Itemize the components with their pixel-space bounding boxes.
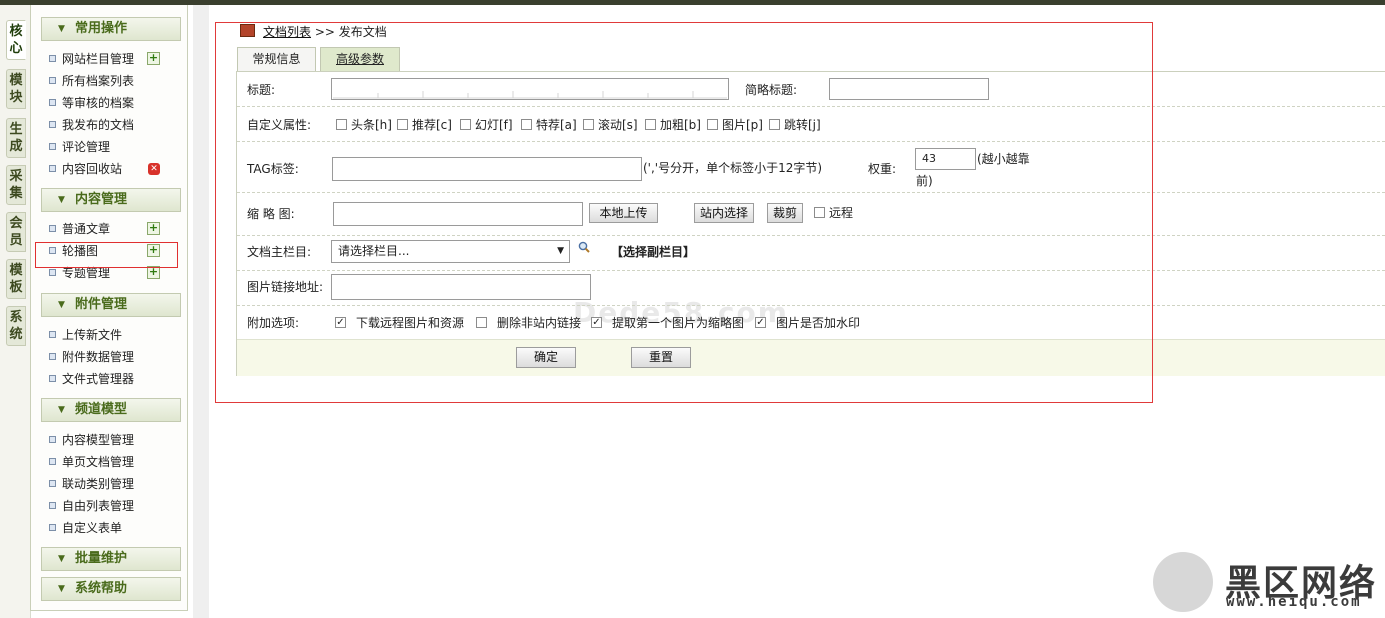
menu-item-custom-form[interactable]: 自定义表单 xyxy=(49,518,122,538)
group-common-ops[interactable]: ▼ 常用操作 xyxy=(41,17,181,41)
vtab-generate[interactable]: 生成 xyxy=(6,118,26,158)
chevron-down-icon: ▼ xyxy=(58,405,65,415)
menu-item-article[interactable]: 普通文章 xyxy=(49,219,110,239)
menu-item-my-documents[interactable]: 我发布的文档 xyxy=(49,115,134,135)
group-title: 频道模型 xyxy=(75,402,128,417)
bullet-icon xyxy=(49,143,56,150)
menu-item-all-archives[interactable]: 所有档案列表 xyxy=(49,71,134,91)
group-title: 系统帮助 xyxy=(75,581,128,596)
menu-item-pending-review[interactable]: 等审核的档案 xyxy=(49,93,134,113)
group-title: 批量维护 xyxy=(75,551,128,566)
vtab-member[interactable]: 会员 xyxy=(6,212,26,252)
menu-item-content-model[interactable]: 内容模型管理 xyxy=(49,430,134,450)
group-title: 内容管理 xyxy=(75,192,128,207)
group-attachment-manage[interactable]: ▼ 附件管理 xyxy=(41,293,181,317)
add-article-icon[interactable]: + xyxy=(147,222,160,235)
vtab-template[interactable]: 模板 xyxy=(6,259,26,299)
menu-item-attachment-data[interactable]: 附件数据管理 xyxy=(49,347,134,367)
bullet-icon xyxy=(49,480,56,487)
bullet-icon xyxy=(49,353,56,360)
menu-item-free-list[interactable]: 自由列表管理 xyxy=(49,496,134,516)
menu-item-file-manager[interactable]: 文件式管理器 xyxy=(49,369,134,389)
menu-item-upload-file[interactable]: 上传新文件 xyxy=(49,325,122,345)
vtab-collect[interactable]: 采集 xyxy=(6,165,26,205)
bullet-icon xyxy=(49,458,56,465)
bullet-icon xyxy=(49,77,56,84)
add-column-icon[interactable]: + xyxy=(147,52,160,65)
highlight-outline xyxy=(215,22,1153,403)
vtab-system[interactable]: 系统 xyxy=(6,306,26,346)
bullet-icon xyxy=(49,502,56,509)
bullet-icon xyxy=(49,225,56,232)
group-title: 常用操作 xyxy=(75,21,128,36)
group-content-manage[interactable]: ▼ 内容管理 xyxy=(41,188,181,212)
sidebar-menu: ▼ 常用操作 网站栏目管理 + 所有档案列表 等审核的档案 我发布的文档 评论管理… xyxy=(30,5,188,611)
group-channel-model[interactable]: ▼ 频道模型 xyxy=(41,398,181,422)
menu-item-comments[interactable]: 评论管理 xyxy=(49,137,110,157)
bullet-icon xyxy=(49,331,56,338)
chevron-down-icon: ▼ xyxy=(58,24,65,34)
bullet-icon xyxy=(49,121,56,128)
brand-logo xyxy=(1153,552,1213,612)
bullet-icon xyxy=(49,99,56,106)
highlight-box xyxy=(35,242,178,268)
chevron-down-icon: ▼ xyxy=(58,554,65,564)
group-system-help[interactable]: ▼ 系统帮助 xyxy=(41,577,181,601)
bullet-icon xyxy=(49,269,56,276)
menu-item-column-manage[interactable]: 网站栏目管理 xyxy=(49,49,134,69)
menu-item-recycle-bin[interactable]: 内容回收站 xyxy=(49,159,122,179)
chevron-down-icon: ▼ xyxy=(58,300,65,310)
group-title: 附件管理 xyxy=(75,297,128,312)
module-tab-strip: 核心 模块 生成 采集 会员 模板 系统 xyxy=(0,5,31,618)
bullet-icon xyxy=(49,524,56,531)
chevron-down-icon: ▼ xyxy=(58,195,65,205)
group-batch-maintain[interactable]: ▼ 批量维护 xyxy=(41,547,181,571)
chevron-down-icon: ▼ xyxy=(58,584,65,594)
bullet-icon xyxy=(49,375,56,382)
bullet-icon xyxy=(49,165,56,172)
menu-item-linkage-category[interactable]: 联动类别管理 xyxy=(49,474,134,494)
empty-trash-icon[interactable]: ✕ xyxy=(148,163,160,175)
frame-divider[interactable] xyxy=(193,5,209,618)
vtab-module[interactable]: 模块 xyxy=(6,69,26,109)
vtab-core[interactable]: 核心 xyxy=(6,20,26,60)
bullet-icon xyxy=(49,436,56,443)
brand-url: www.heiqu.com xyxy=(1226,594,1362,610)
menu-item-single-page[interactable]: 单页文档管理 xyxy=(49,452,134,472)
bullet-icon xyxy=(49,55,56,62)
